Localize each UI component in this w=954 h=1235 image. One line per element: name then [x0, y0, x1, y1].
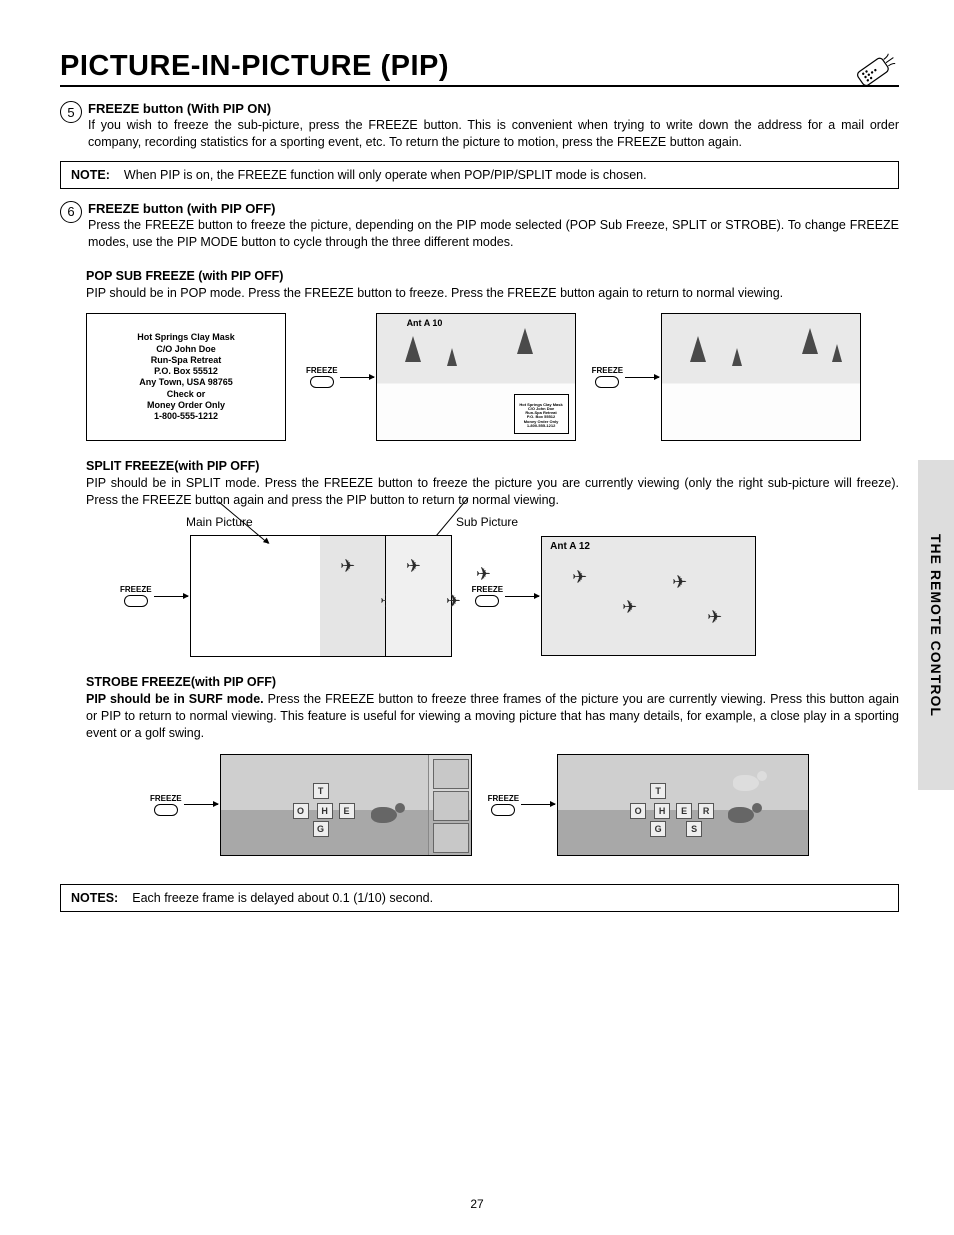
tile: S — [686, 821, 702, 837]
arrow-icon — [505, 596, 539, 597]
tile: O — [293, 803, 309, 819]
step-6-body: Press the FREEZE button to freeze the pi… — [88, 217, 899, 251]
note-box-2: NOTES: Each freeze frame is delayed about… — [60, 884, 899, 912]
tile: E — [339, 803, 355, 819]
ad-line: Money Order Only — [147, 400, 225, 411]
tile: H — [317, 803, 333, 819]
split-freeze-body: PIP should be in SPLIT mode. Press the F… — [86, 475, 899, 509]
ad-line: P.O. Box 55512 — [154, 366, 218, 377]
arrow-icon — [521, 804, 555, 805]
step-5-title: FREEZE button (With PIP ON) — [88, 101, 899, 116]
pop-sub-freeze-title: POP SUB FREEZE (with PIP OFF) — [86, 269, 899, 283]
snow-screen — [661, 313, 861, 441]
freeze-button-icon: FREEZE — [150, 794, 182, 816]
pop-sub-freeze-body: PIP should be in POP mode. Press the FRE… — [86, 285, 899, 302]
sub-picture-label: Sub Picture — [456, 515, 518, 529]
note-box-1: NOTE: When PIP is on, the FREEZE function… — [60, 161, 899, 189]
tile: R — [698, 803, 714, 819]
freeze-label: FREEZE — [306, 366, 338, 375]
tile: E — [676, 803, 692, 819]
note-label: NOTES: — [71, 891, 118, 905]
strobe-screen-1: T O H E G — [220, 754, 472, 856]
pip-ad-line: 1-800-555-1212 — [527, 424, 555, 428]
strobe-side-strip — [428, 755, 471, 855]
freeze-label: FREEZE — [592, 366, 624, 375]
step-6-title: FREEZE button (with PIP OFF) — [88, 201, 899, 216]
note-body: Each freeze frame is delayed about 0.1 (… — [132, 891, 433, 905]
freeze-button-icon: FREEZE — [592, 366, 624, 388]
page-number: 27 — [0, 1197, 954, 1211]
infomercial-screen: Hot Springs Clay Mask C/O John Doe Run-S… — [86, 313, 286, 441]
section-tab: THE REMOTE CONTROL — [918, 460, 954, 790]
split-result-screen: Ant A 12 ✈ ✈ ✈ ✈ — [541, 536, 756, 656]
pop-diagram: Hot Springs Clay Mask C/O John Doe Run-S… — [86, 313, 899, 441]
split-freeze-title: SPLIT FREEZE(with PIP OFF) — [86, 459, 899, 473]
strobe-lead: PIP should be in SURF mode. — [86, 692, 264, 706]
split-screen: ✈ ✈ ✈ ✈ ✈ ✈ — [190, 535, 452, 657]
remote-control-icon — [851, 45, 903, 93]
ad-line: Hot Springs Clay Mask — [137, 332, 235, 343]
arrow-icon — [625, 377, 659, 378]
step-5: 5 FREEZE button (With PIP ON) If you wis… — [60, 101, 899, 151]
freeze-label: FREEZE — [472, 585, 504, 594]
freeze-button-icon: FREEZE — [306, 366, 338, 388]
page-title: PICTURE-IN-PICTURE (PIP) — [60, 50, 449, 83]
tile: H — [654, 803, 670, 819]
freeze-button-icon: FREEZE — [120, 585, 152, 607]
step-6: 6 FREEZE button (with PIP OFF) Press the… — [60, 201, 899, 251]
strobe-freeze-title: STROBE FREEZE(with PIP OFF) — [86, 675, 899, 689]
freeze-label: FREEZE — [150, 794, 182, 803]
split-diagram: FREEZE ✈ ✈ ✈ ✈ ✈ ✈ FREEZE Ant A 12 ✈ ✈ ✈… — [120, 535, 899, 657]
strobe-screen-2: T O H E R G S — [557, 754, 809, 856]
tile: G — [650, 821, 666, 837]
tile: G — [313, 821, 329, 837]
strobe-freeze-body: PIP should be in SURF mode. Press the FR… — [86, 691, 899, 742]
freeze-button-icon: FREEZE — [488, 794, 520, 816]
snow-screen-with-pip: Ant A 10 Hot Springs Clay Mask C/O John … — [376, 313, 576, 441]
pip-inset: Hot Springs Clay Mask C/O John Doe Run-S… — [514, 394, 569, 434]
osd-label: Ant A 10 — [407, 318, 443, 328]
ad-line: Any Town, USA 98765 — [139, 377, 233, 388]
ad-line: Run-Spa Retreat — [151, 355, 222, 366]
freeze-label: FREEZE — [488, 794, 520, 803]
step-number-5: 5 — [60, 101, 82, 123]
tile: T — [650, 783, 666, 799]
freeze-button-icon: FREEZE — [472, 585, 504, 607]
tile: O — [630, 803, 646, 819]
ad-line: Check or — [167, 389, 206, 400]
section-tab-label: THE REMOTE CONTROL — [928, 534, 944, 717]
arrow-icon — [154, 596, 188, 597]
strobe-diagram: FREEZE T O H E G FREEZE T O H E R G S — [150, 754, 899, 856]
ad-line: C/O John Doe — [156, 344, 216, 355]
osd-label: Ant A 12 — [550, 541, 590, 552]
freeze-label: FREEZE — [120, 585, 152, 594]
tile: T — [313, 783, 329, 799]
arrow-icon — [340, 377, 374, 378]
step-5-body: If you wish to freeze the sub-picture, p… — [88, 117, 899, 151]
arrow-icon — [184, 804, 218, 805]
note-label: NOTE: — [71, 168, 110, 182]
ad-line: 1-800-555-1212 — [154, 411, 218, 422]
step-number-6: 6 — [60, 201, 82, 223]
note-body: When PIP is on, the FREEZE function will… — [124, 168, 647, 182]
